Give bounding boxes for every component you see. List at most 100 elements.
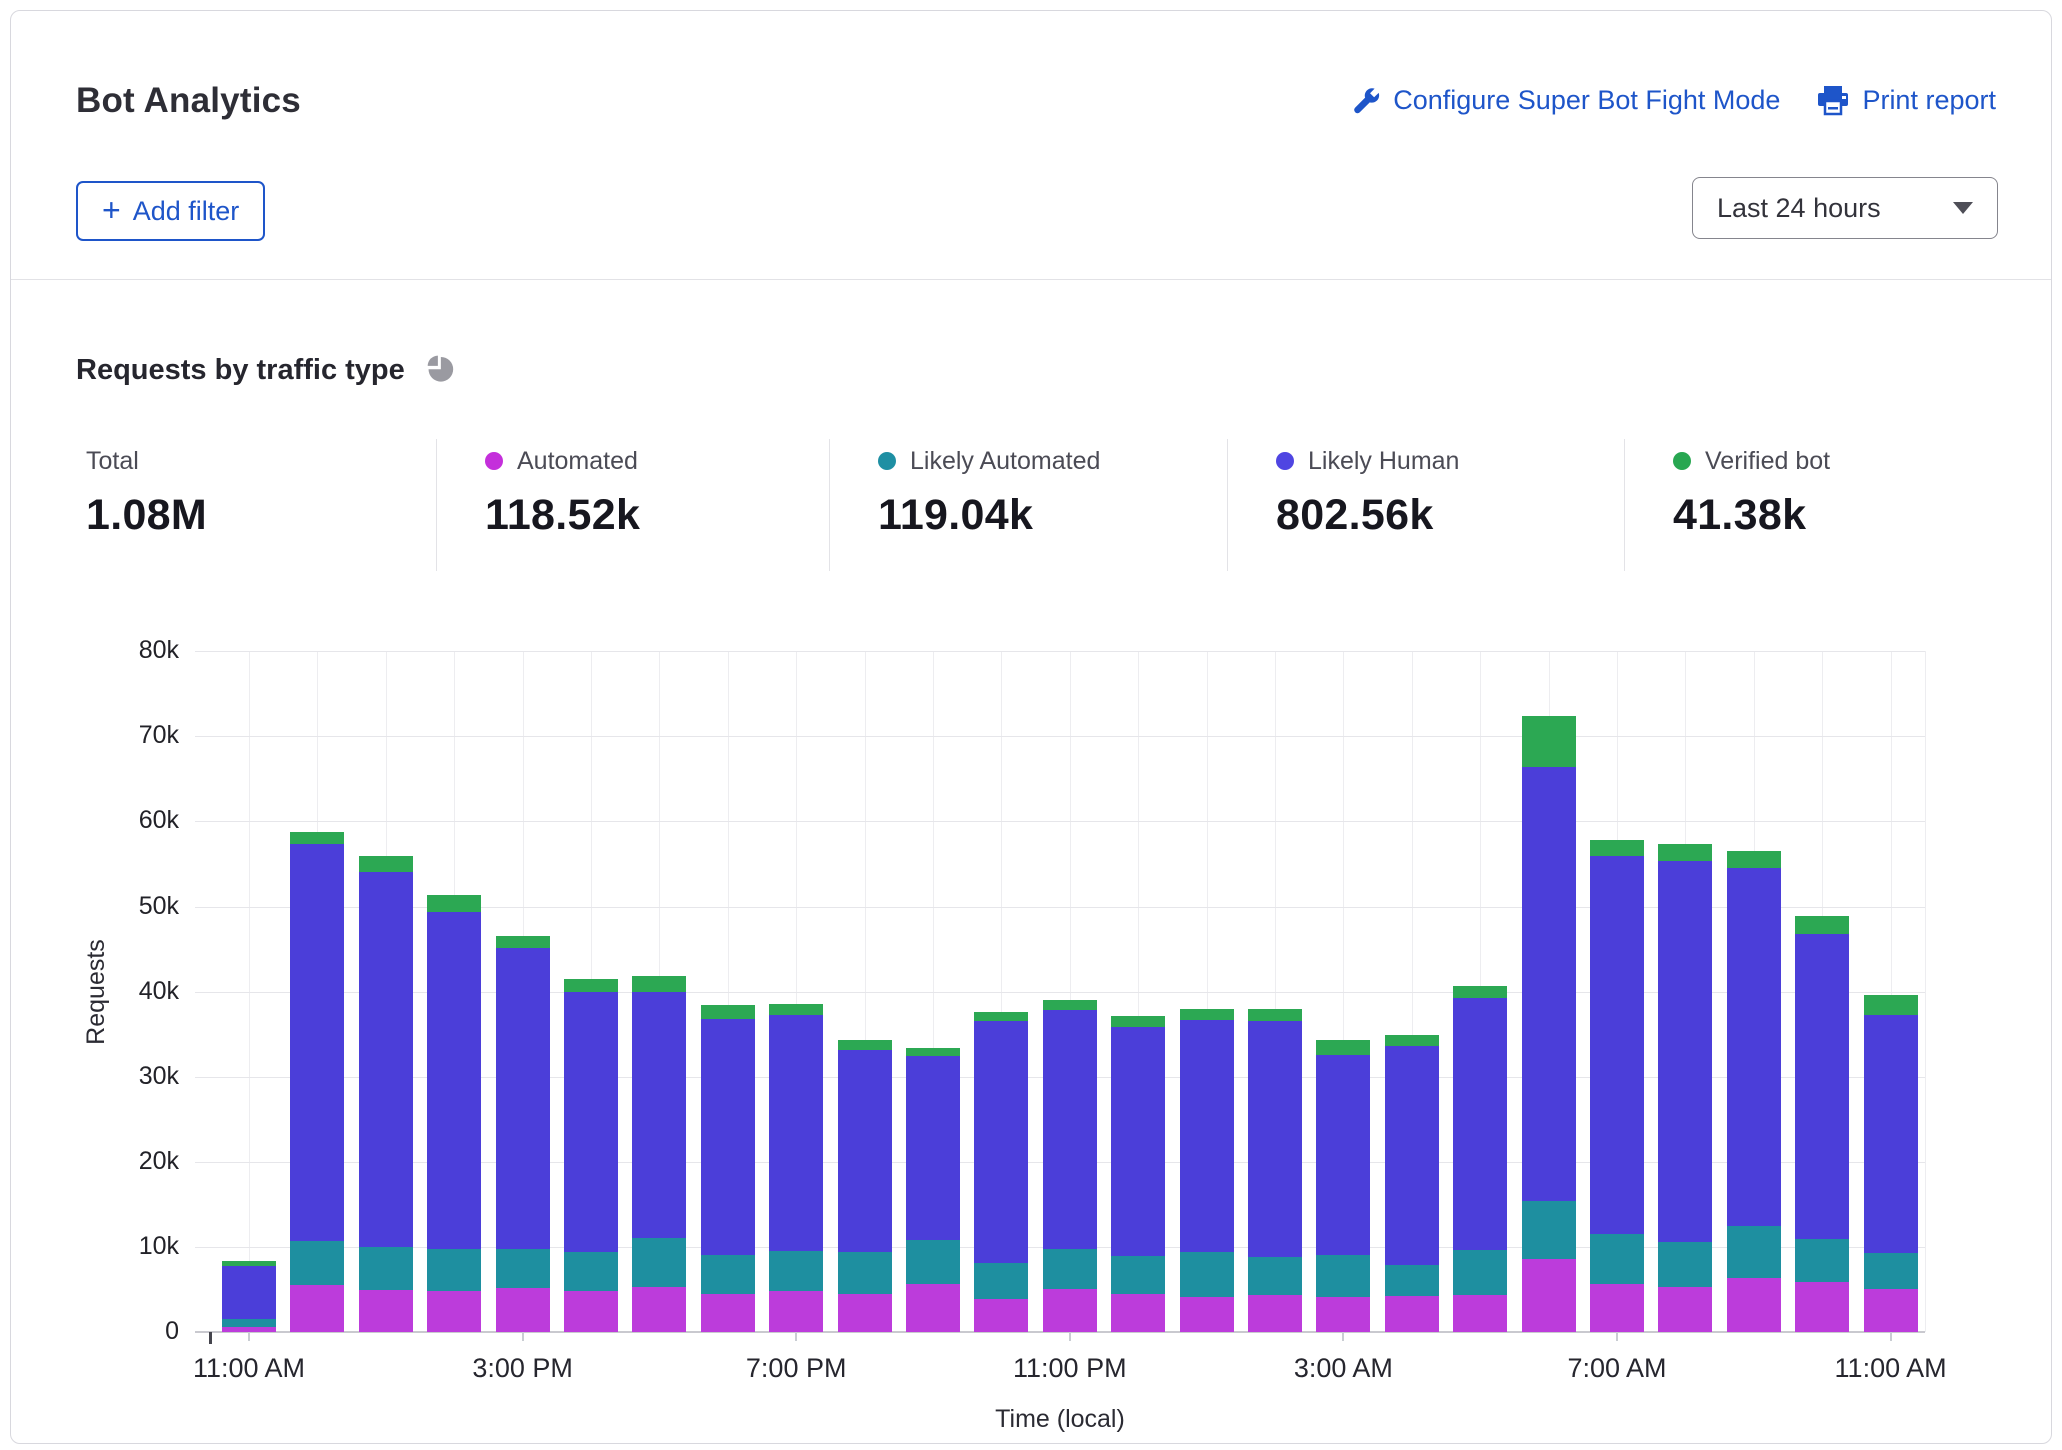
chart-bar[interactable] xyxy=(1658,844,1712,1332)
bar-segment-likely-automated xyxy=(1727,1226,1781,1277)
bar-segment-verified-bot xyxy=(1590,840,1644,856)
x-axis-tick-label: 11:00 AM xyxy=(149,1353,349,1384)
y-axis-tick-label: 0 xyxy=(89,1317,179,1346)
bar-segment-likely-human xyxy=(1864,1015,1918,1252)
chart-bar[interactable] xyxy=(1248,1009,1302,1332)
chart-bar[interactable] xyxy=(1385,1035,1439,1332)
bar-segment-verified-bot xyxy=(496,936,550,948)
bar-segment-verified-bot xyxy=(1111,1016,1165,1027)
chart-bar[interactable] xyxy=(1864,995,1918,1332)
x-axis-tick-label: 11:00 AM xyxy=(1791,1353,1991,1384)
bar-segment-likely-automated xyxy=(838,1252,892,1294)
chart-bar[interactable] xyxy=(632,976,686,1332)
chart-bar[interactable] xyxy=(1795,916,1849,1332)
bar-segment-verified-bot xyxy=(1864,995,1918,1015)
chart-bar[interactable] xyxy=(290,832,344,1332)
bar-segment-likely-automated xyxy=(1658,1242,1712,1287)
bar-segment-likely-automated xyxy=(1180,1252,1234,1297)
bar-segment-likely-human xyxy=(290,844,344,1241)
page: Bot Analytics Configure Super Bot Fight … xyxy=(0,0,2062,1450)
chart-bar[interactable] xyxy=(701,1005,755,1332)
bar-segment-likely-automated xyxy=(1111,1256,1165,1293)
chart-bar[interactable] xyxy=(359,856,413,1332)
bar-segment-verified-bot xyxy=(838,1040,892,1050)
bar-segment-automated xyxy=(1864,1289,1918,1332)
bar-segment-likely-human xyxy=(1248,1021,1302,1258)
x-axis-tick xyxy=(522,1332,524,1341)
bar-segment-likely-automated xyxy=(290,1241,344,1285)
bar-segment-automated xyxy=(427,1291,481,1332)
bar-segment-automated xyxy=(564,1291,618,1332)
bar-segment-likely-human xyxy=(1043,1010,1097,1248)
chart-bar[interactable] xyxy=(1316,1040,1370,1332)
bot-analytics-card: Bot Analytics Configure Super Bot Fight … xyxy=(10,10,2052,1444)
bar-segment-likely-automated xyxy=(564,1252,618,1291)
bar-segment-likely-automated xyxy=(1248,1257,1302,1295)
bar-segment-automated xyxy=(1248,1295,1302,1332)
bar-segment-automated xyxy=(496,1288,550,1332)
chart-bar[interactable] xyxy=(1453,986,1507,1332)
bar-segment-automated xyxy=(701,1294,755,1332)
bar-segment-likely-human xyxy=(1111,1027,1165,1256)
y-axis-title: Requests xyxy=(82,892,112,1092)
bar-segment-likely-human xyxy=(1795,934,1849,1240)
chart-bar[interactable] xyxy=(769,1004,823,1332)
x-axis-tick xyxy=(1890,1332,1892,1341)
bar-segment-likely-automated xyxy=(1795,1239,1849,1282)
bar-segment-verified-bot xyxy=(290,832,344,844)
bar-segment-likely-automated xyxy=(906,1240,960,1284)
bar-segment-automated xyxy=(1180,1297,1234,1332)
bar-segment-automated xyxy=(838,1294,892,1332)
chart-bar[interactable] xyxy=(427,895,481,1332)
requests-by-traffic-type-chart: 010k20k30k40k50k60k70k80k11:00 AM3:00 PM… xyxy=(11,11,2051,1443)
bar-segment-likely-automated xyxy=(1316,1255,1370,1297)
bar-segment-likely-human xyxy=(1316,1055,1370,1255)
chart-bar[interactable] xyxy=(1727,851,1781,1332)
bar-segment-likely-human xyxy=(222,1266,276,1319)
gridline-horizontal xyxy=(195,651,1925,652)
bar-segment-likely-automated xyxy=(769,1251,823,1291)
chart-bar[interactable] xyxy=(496,936,550,1332)
bar-segment-likely-automated xyxy=(496,1249,550,1288)
bar-segment-automated xyxy=(632,1287,686,1332)
chart-bar[interactable] xyxy=(1043,1000,1097,1332)
chart-bar[interactable] xyxy=(1111,1016,1165,1332)
bar-segment-automated xyxy=(1658,1287,1712,1332)
bar-segment-verified-bot xyxy=(1043,1000,1097,1010)
bar-segment-likely-human xyxy=(427,912,481,1250)
chart-bar[interactable] xyxy=(838,1040,892,1332)
bar-segment-automated xyxy=(290,1285,344,1332)
bar-segment-likely-automated xyxy=(974,1263,1028,1299)
bar-segment-likely-automated xyxy=(1453,1250,1507,1295)
chart-bar[interactable] xyxy=(1180,1009,1234,1332)
x-axis-tick-label: 3:00 AM xyxy=(1243,1353,1443,1384)
bar-segment-likely-automated xyxy=(1043,1249,1097,1289)
chart-bar[interactable] xyxy=(564,979,618,1332)
bar-segment-likely-human xyxy=(1590,856,1644,1234)
bar-segment-likely-automated xyxy=(359,1247,413,1290)
x-axis-tick-label: 7:00 PM xyxy=(696,1353,896,1384)
bar-segment-automated xyxy=(1795,1282,1849,1332)
bar-segment-verified-bot xyxy=(769,1004,823,1016)
chart-bar[interactable] xyxy=(222,1261,276,1332)
chart-bar[interactable] xyxy=(1590,840,1644,1332)
chart-bar[interactable] xyxy=(1522,716,1576,1332)
chart-bar[interactable] xyxy=(906,1048,960,1332)
bar-segment-verified-bot xyxy=(701,1005,755,1019)
bar-segment-verified-bot xyxy=(564,979,618,993)
y-axis-tick-label: 20k xyxy=(89,1147,179,1176)
bar-segment-automated xyxy=(1043,1289,1097,1332)
x-axis-tick xyxy=(1069,1332,1071,1341)
x-axis-title: Time (local) xyxy=(910,1405,1210,1434)
bar-segment-verified-bot xyxy=(1795,916,1849,934)
x-axis-edge-tick xyxy=(209,1332,212,1344)
bar-segment-automated xyxy=(906,1284,960,1332)
chart-bar[interactable] xyxy=(974,1012,1028,1332)
y-axis-tick-label: 80k xyxy=(89,636,179,665)
bar-segment-likely-automated xyxy=(701,1255,755,1293)
bar-segment-likely-human xyxy=(632,992,686,1239)
bar-segment-likely-human xyxy=(838,1050,892,1252)
y-axis-tick-label: 60k xyxy=(89,806,179,835)
bar-segment-likely-automated xyxy=(1864,1253,1918,1290)
bar-segment-likely-automated xyxy=(222,1319,276,1327)
